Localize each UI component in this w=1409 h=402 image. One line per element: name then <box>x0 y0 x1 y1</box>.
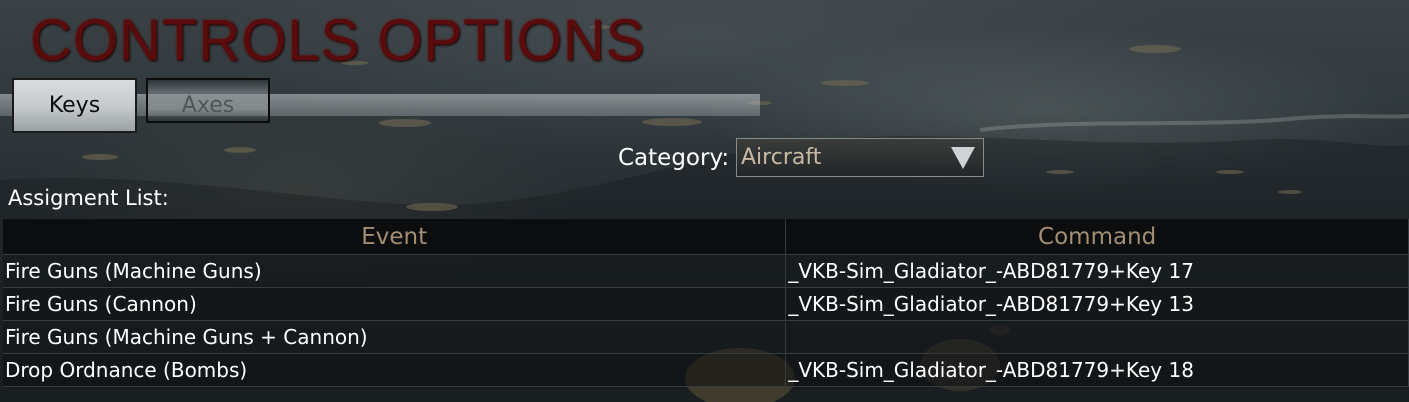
command-cell[interactable]: _VKB-Sim_Gladiator_-ABD81779+Key 18 <box>785 353 1409 387</box>
command-cell[interactable] <box>785 320 1409 354</box>
column-header-event[interactable]: Event <box>3 219 787 255</box>
table-row[interactable]: Fire Guns (Cannon) _VKB-Sim_Gladiator_-A… <box>3 287 1409 321</box>
command-cell[interactable]: _VKB-Sim_Gladiator_-ABD81779+Key 17 <box>785 254 1409 288</box>
tab-keys[interactable]: Keys <box>12 78 137 133</box>
command-cell[interactable]: _VKB-Sim_Gladiator_-ABD81779+Key 13 <box>785 287 1409 321</box>
event-cell[interactable]: Fire Guns (Machine Guns + Cannon) <box>3 320 787 354</box>
table-row[interactable]: Fire Guns (Machine Guns + Cannon) <box>3 320 1409 354</box>
assignment-table: Event Command Fire Guns (Machine Guns) _… <box>3 219 1409 387</box>
page-title: CONTROLS OPTIONS <box>30 8 646 73</box>
controls-options-screen: CONTROLS OPTIONS Keys Axes Category: Air… <box>0 0 1409 402</box>
category-label: Category: <box>618 145 730 171</box>
category-dropdown[interactable]: Aircraft <box>736 138 984 177</box>
chevron-down-icon[interactable] <box>951 147 975 169</box>
assignment-list-label: Assigment List: <box>8 186 169 210</box>
event-cell[interactable]: Fire Guns (Machine Guns) <box>3 254 787 288</box>
table-row[interactable]: Drop Ordnance (Bombs) _VKB-Sim_Gladiator… <box>3 353 1409 387</box>
tab-axes[interactable]: Axes <box>146 78 270 123</box>
event-cell[interactable]: Fire Guns (Cannon) <box>3 287 787 321</box>
event-cell[interactable]: Drop Ordnance (Bombs) <box>3 353 787 387</box>
table-header-row: Event Command <box>3 219 1409 255</box>
table-row[interactable]: Fire Guns (Machine Guns) _VKB-Sim_Gladia… <box>3 254 1409 288</box>
category-selected-value: Aircraft <box>741 145 822 170</box>
column-header-command[interactable]: Command <box>785 219 1409 255</box>
